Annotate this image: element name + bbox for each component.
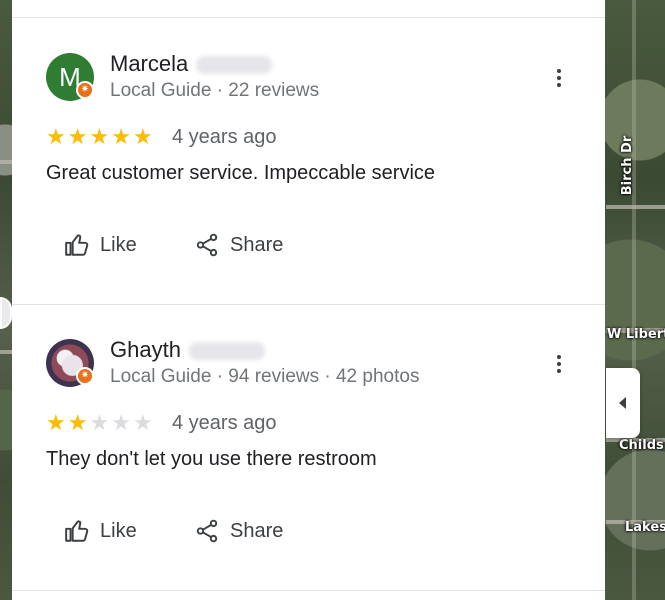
review-card: M ✷ Marcela Local Guide · 22 reviews ★ ★… (12, 17, 605, 304)
divider (12, 590, 605, 591)
map-label-birch-dr: Birch Dr (620, 135, 636, 196)
review-text: Great customer service. Impeccable servi… (46, 162, 436, 184)
star-rating: ★ ★ ★ ★ ★ (46, 125, 153, 149)
share-label: Share (230, 519, 284, 542)
share-button[interactable]: Share (194, 232, 283, 258)
more-options-icon[interactable] (547, 63, 571, 93)
share-button[interactable]: Share (194, 518, 283, 544)
like-label: Like (100, 233, 137, 256)
reviewer-first-name: Ghayth (110, 337, 181, 362)
chevron-left-icon (619, 397, 626, 409)
star-filled-icon: ★ (46, 124, 66, 149)
star-empty-icon: ★ (89, 410, 110, 435)
map-road (0, 350, 12, 354)
collapse-panel-button[interactable] (606, 368, 640, 438)
map-label-lakes: Lakes (625, 520, 665, 535)
thumbs-up-icon (65, 234, 89, 256)
like-button[interactable]: Like (64, 232, 137, 258)
share-icon (196, 519, 218, 543)
thumbs-up-icon (65, 520, 89, 542)
reviewer-name[interactable]: Ghayth (110, 337, 265, 363)
map-marker[interactable] (0, 297, 12, 329)
star-empty-icon: ★ (111, 410, 131, 435)
star-filled-icon: ★ (67, 410, 88, 435)
star-empty-icon: ★ (132, 410, 153, 435)
local-guide-badge-icon: ✷ (76, 81, 94, 99)
reviewer-meta: Local Guide · 22 reviews (110, 80, 320, 101)
review-time: 4 years ago (172, 412, 277, 434)
map-road (0, 160, 12, 164)
review-card: ✷ Ghayth Local Guide · 94 reviews · 42 p… (12, 304, 605, 590)
share-icon (196, 233, 218, 257)
star-filled-icon: ★ (89, 124, 110, 149)
star-filled-icon: ★ (46, 410, 66, 435)
star-filled-icon: ★ (132, 124, 153, 149)
reviews-panel: M ✷ Marcela Local Guide · 22 reviews ★ ★… (12, 0, 605, 600)
star-rating: ★ ★ ★ ★ ★ (46, 411, 153, 435)
share-label: Share (230, 233, 284, 256)
reviewer-meta: Local Guide · 94 reviews · 42 photos (110, 366, 420, 387)
redacted-surname (196, 56, 273, 75)
reviewer-first-name: Marcela (110, 51, 189, 76)
local-guide-badge-icon: ✷ (76, 367, 94, 385)
like-button[interactable]: Like (64, 518, 137, 544)
reviewer-name[interactable]: Marcela (110, 51, 273, 77)
map-label-childs: Childs (619, 438, 664, 453)
star-filled-icon: ★ (111, 124, 131, 149)
map-label-w-liberty: W Libert (607, 327, 665, 342)
map-road (632, 0, 636, 600)
like-label: Like (100, 519, 137, 542)
review-time: 4 years ago (172, 126, 277, 148)
redacted-surname (188, 342, 265, 361)
review-text: They don't let you use there restroom (46, 448, 377, 470)
more-options-icon[interactable] (547, 349, 571, 379)
star-filled-icon: ★ (67, 124, 88, 149)
